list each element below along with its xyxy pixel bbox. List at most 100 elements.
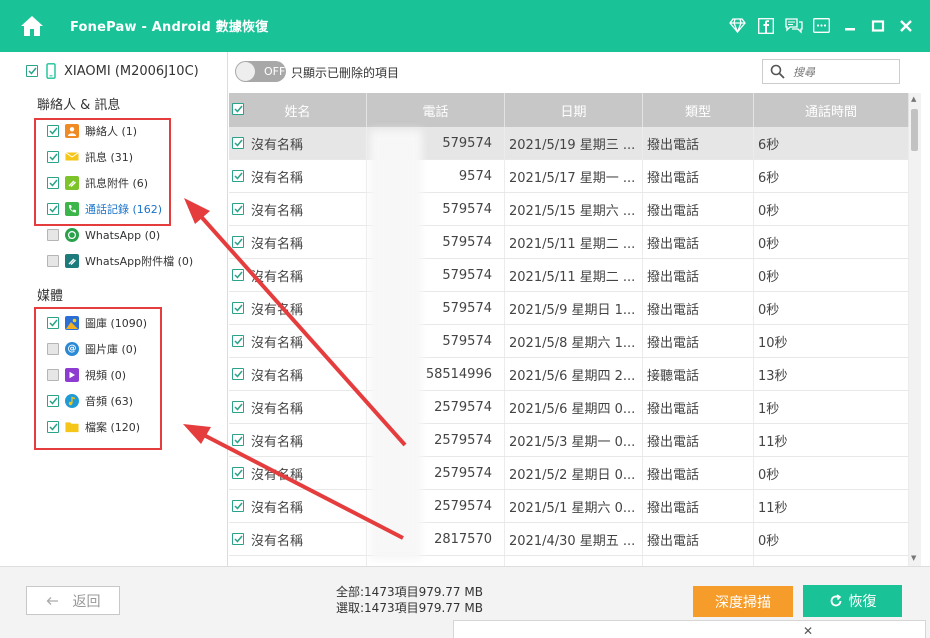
row-checkbox[interactable] xyxy=(232,170,244,182)
close-icon[interactable] xyxy=(895,15,916,36)
sidebar-item-label: WhatsApp附件檔 (0) xyxy=(85,255,194,268)
table-row[interactable] xyxy=(229,556,909,566)
cell-type: 撥出電話 xyxy=(643,127,754,159)
row-checkbox[interactable] xyxy=(232,467,244,479)
row-checkbox[interactable] xyxy=(232,236,244,248)
cell-text: 0秒 xyxy=(758,269,780,285)
column-header-date[interactable]: 日期 xyxy=(505,93,643,127)
column-header-phone[interactable]: 電話 xyxy=(367,93,505,127)
toggle-state-text: OFF xyxy=(264,65,286,78)
row-checkbox[interactable] xyxy=(232,401,244,413)
select-all-checkbox[interactable] xyxy=(232,103,244,115)
scrollbar-thumb[interactable] xyxy=(911,109,918,151)
table-row[interactable]: 沒有名稱 58514996 2021/5/6 星期四 2... 接聽電話 13秒 xyxy=(229,358,909,391)
search-box[interactable] xyxy=(762,59,900,84)
minimize-icon[interactable] xyxy=(839,15,860,36)
home-button[interactable] xyxy=(14,10,50,42)
totals: 全部:1473項目979.77 MB 選取:1473項目979.77 MB xyxy=(336,584,483,616)
cell-text: 2817570 xyxy=(434,531,492,547)
scroll-down-arrow[interactable]: ▼ xyxy=(911,554,916,562)
deep-scan-button[interactable]: 深度掃描 xyxy=(693,586,793,617)
menu-icon[interactable] xyxy=(811,15,832,36)
cell-text: 2021/5/11 星期二 ... xyxy=(509,269,636,285)
sidebar-item-whatsapp[interactable]: WhatsApp (0) xyxy=(47,225,160,245)
maximize-icon[interactable] xyxy=(867,15,888,36)
cell-text: 579574 xyxy=(442,234,492,250)
cell-name: 沒有名稱 xyxy=(229,127,367,159)
column-header-label: 姓名 xyxy=(284,104,311,120)
search-input[interactable] xyxy=(793,63,893,81)
column-header-duration[interactable]: 通話時間 xyxy=(754,93,909,127)
cell-type: 撥出電話 xyxy=(643,193,754,225)
table-row[interactable]: 沒有名稱 579574 2021/5/11 星期二 ... 撥出電話 0秒 xyxy=(229,259,909,292)
facebook-icon[interactable] xyxy=(755,15,776,36)
cell-date: 2021/5/17 星期一 ... xyxy=(505,160,643,192)
cell-text: 579574 xyxy=(442,267,492,283)
row-checkbox[interactable] xyxy=(232,434,244,446)
window-controls xyxy=(727,15,916,36)
row-checkbox[interactable] xyxy=(232,137,244,149)
app-title: FonePaw - Android 數據恢復 xyxy=(70,20,269,35)
cell-duration xyxy=(754,556,909,566)
sidebar-item-whatsapp-attachments[interactable]: WhatsApp附件檔 (0) xyxy=(47,251,193,271)
cell-text: 撥出電話 xyxy=(647,434,700,450)
recover-button[interactable]: 恢復 xyxy=(803,585,902,617)
cell-text: 11秒 xyxy=(758,434,788,450)
cell-text: 0秒 xyxy=(758,203,780,219)
column-header-label: 日期 xyxy=(560,104,587,120)
cell-name: 沒有名稱 xyxy=(229,292,367,324)
table-row[interactable]: 沒有名稱 2579574 2021/5/6 星期四 0... 撥出電話 1秒 xyxy=(229,391,909,424)
cell-name xyxy=(229,556,367,566)
table-row[interactable]: 沒有名稱 579574 2021/5/9 星期日 1... 撥出電話 0秒 xyxy=(229,292,909,325)
cell-text: 2021/5/9 星期日 1... xyxy=(509,302,636,318)
cell-text: 1秒 xyxy=(758,401,780,417)
table-row[interactable]: 沒有名稱 579574 2021/5/11 星期二 ... 撥出電話 0秒 xyxy=(229,226,909,259)
cell-text: 沒有名稱 xyxy=(251,236,304,252)
row-checkbox[interactable] xyxy=(232,500,244,512)
table-row[interactable]: 沒有名稱 579574 2021/5/19 星期三 ... 撥出電話 6秒 xyxy=(229,127,909,160)
feedback-icon[interactable] xyxy=(783,15,804,36)
table-row[interactable]: 沒有名稱 2579574 2021/5/2 星期日 0... 撥出電話 0秒 xyxy=(229,457,909,490)
row-checkbox[interactable] xyxy=(232,368,244,380)
cell-date: 2021/5/6 星期四 2... xyxy=(505,358,643,390)
table-row[interactable]: 沒有名稱 9574 2021/5/17 星期一 ... 撥出電話 6秒 xyxy=(229,160,909,193)
table-row[interactable]: 沒有名稱 2817570 2021/4/30 星期五 ... 撥出電話 0秒 xyxy=(229,523,909,556)
device-row[interactable]: XIAOMI (M2006J10C) xyxy=(26,63,199,79)
checkbox[interactable] xyxy=(47,229,59,241)
row-checkbox[interactable] xyxy=(232,269,244,281)
device-checkbox[interactable] xyxy=(26,65,38,77)
deleted-only-toggle[interactable]: OFF xyxy=(235,61,286,82)
table-row[interactable]: 沒有名稱 2579574 2021/5/3 星期一 0... 撥出電話 11秒 xyxy=(229,424,909,457)
popup-close-icon[interactable]: ✕ xyxy=(803,625,813,637)
cell-duration: 10秒 xyxy=(754,325,909,357)
cell-text: 2021/5/3 星期一 0... xyxy=(509,434,636,450)
back-button[interactable]: 返回 xyxy=(26,586,120,615)
total-count: 全部:1473項目979.77 MB xyxy=(336,585,483,599)
cell-date: 2021/5/9 星期日 1... xyxy=(505,292,643,324)
row-checkbox[interactable] xyxy=(232,335,244,347)
diamond-icon[interactable] xyxy=(727,15,748,36)
section-title-contacts: 聯絡人 & 訊息 xyxy=(37,98,121,113)
cell-text: 撥出電話 xyxy=(647,236,700,252)
sidebar-item-label: WhatsApp (0) xyxy=(85,228,161,242)
cell-text: 6秒 xyxy=(758,137,780,153)
cell-date: 2021/5/2 星期日 0... xyxy=(505,457,643,489)
table-row[interactable]: 沒有名稱 579574 2021/5/8 星期六 1... 撥出電話 10秒 xyxy=(229,325,909,358)
row-checkbox[interactable] xyxy=(232,203,244,215)
cell-name: 沒有名稱 xyxy=(229,325,367,357)
back-button-label: 返回 xyxy=(72,593,101,610)
column-header-type[interactable]: 類型 xyxy=(643,93,754,127)
table-row[interactable]: 沒有名稱 2579574 2021/5/1 星期六 0... 撥出電話 11秒 xyxy=(229,490,909,523)
cell-name: 沒有名稱 xyxy=(229,523,367,555)
table-row[interactable]: 沒有名稱 579574 2021/5/15 星期六 ... 撥出電話 0秒 xyxy=(229,193,909,226)
table-scrollbar[interactable]: ▲ ▼ xyxy=(909,93,921,566)
checkbox[interactable] xyxy=(47,255,59,267)
annotation-box-media xyxy=(34,307,162,450)
cell-text: 沒有名稱 xyxy=(251,368,304,384)
scroll-up-arrow[interactable]: ▲ xyxy=(911,95,916,103)
row-checkbox[interactable] xyxy=(232,302,244,314)
cell-text: 9574 xyxy=(458,168,492,184)
row-checkbox[interactable] xyxy=(232,533,244,545)
cell-type: 撥出電話 xyxy=(643,259,754,291)
column-header-name[interactable]: 姓名 xyxy=(229,93,367,127)
